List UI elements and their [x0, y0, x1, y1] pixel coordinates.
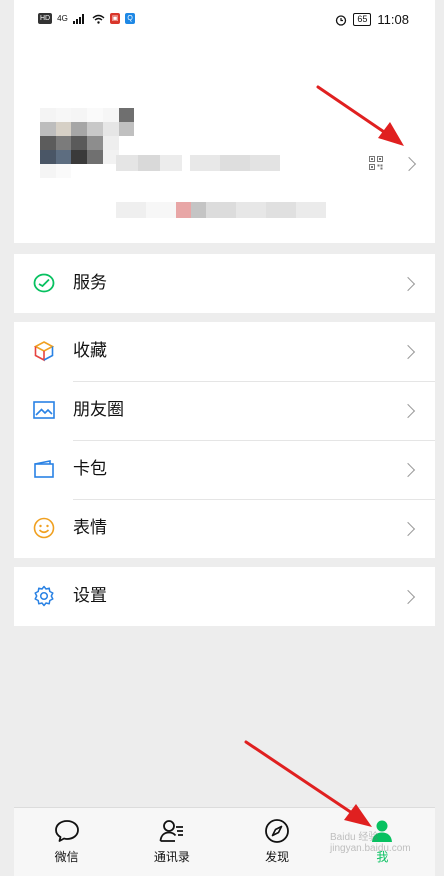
clock: 11:08 [377, 12, 409, 27]
smiley-icon [33, 517, 55, 539]
status-bar: HD 4G ▣ Q 65 11:08 [14, 0, 435, 38]
tab-label: 微信 [54, 850, 79, 864]
wechat-id-pixelated [190, 155, 280, 171]
menu-item-favorites[interactable]: 收藏 [14, 322, 435, 381]
menu-item-moments[interactable]: 朋友圈 [14, 381, 435, 440]
menu-item-cards[interactable]: 卡包 [14, 440, 435, 499]
search-app-notification-icon: Q [125, 13, 135, 24]
main-menu-section: 收藏 朋友圈 卡包 表情 [14, 322, 435, 558]
wifi-icon [92, 14, 105, 24]
moments-image-icon [33, 401, 55, 419]
status-pixelated [116, 202, 326, 218]
menu-item-label: 表情 [73, 518, 107, 538]
tab-label: 发现 [265, 850, 290, 864]
app-notification-icon: ▣ [109, 13, 121, 24]
nickname-pixelated [116, 155, 182, 171]
menu-item-settings[interactable]: 设置 [14, 567, 435, 626]
status-right: 65 11:08 [335, 12, 409, 27]
status-left: HD 4G ▣ Q [38, 13, 135, 24]
tab-label: 通讯录 [153, 850, 190, 864]
qr-code-icon[interactable] [369, 156, 383, 170]
compass-icon [265, 819, 290, 843]
signal-icon [72, 13, 84, 24]
menu-item-label: 服务 [73, 273, 107, 293]
gear-icon [34, 585, 54, 607]
hd-indicator: HD [38, 13, 53, 24]
menu-item-label: 设置 [73, 586, 107, 606]
chevron-right-icon [400, 276, 416, 292]
chevron-right-icon [400, 521, 416, 537]
tab-discover[interactable]: 发现 [225, 808, 330, 876]
alarm-icon [336, 14, 347, 26]
contacts-icon [159, 820, 183, 842]
profile-header[interactable] [14, 38, 435, 243]
chat-bubble-icon [54, 820, 79, 842]
services-icon [33, 273, 55, 293]
chevron-right-icon [400, 344, 416, 360]
menu-item-label: 卡包 [73, 459, 107, 479]
menu-item-label: 收藏 [73, 341, 107, 361]
tab-contacts[interactable]: 通讯录 [119, 808, 224, 876]
battery-level: 65 [353, 13, 372, 26]
services-section: 服务 [14, 254, 435, 313]
settings-section: 设置 [14, 567, 435, 626]
profile-chevron-icon[interactable] [401, 156, 417, 172]
watermark-text: Baidu 经验 jingyan.baidu.com [330, 832, 411, 854]
network-indicator: 4G [57, 14, 68, 23]
chevron-right-icon [400, 589, 416, 605]
menu-item-label: 朋友圈 [73, 400, 124, 420]
tab-chats[interactable]: 微信 [14, 808, 119, 876]
chevron-right-icon [400, 462, 416, 478]
favorites-cube-icon [33, 341, 55, 362]
card-wallet-icon [34, 460, 54, 478]
chevron-right-icon [400, 403, 416, 419]
menu-item-services[interactable]: 服务 [14, 254, 435, 313]
wechat-me-screen: HD 4G ▣ Q 65 11:08 服务 收藏 朋友圈 卡包 表情 设置 微信… [14, 0, 435, 876]
menu-item-stickers[interactable]: 表情 [14, 499, 435, 558]
